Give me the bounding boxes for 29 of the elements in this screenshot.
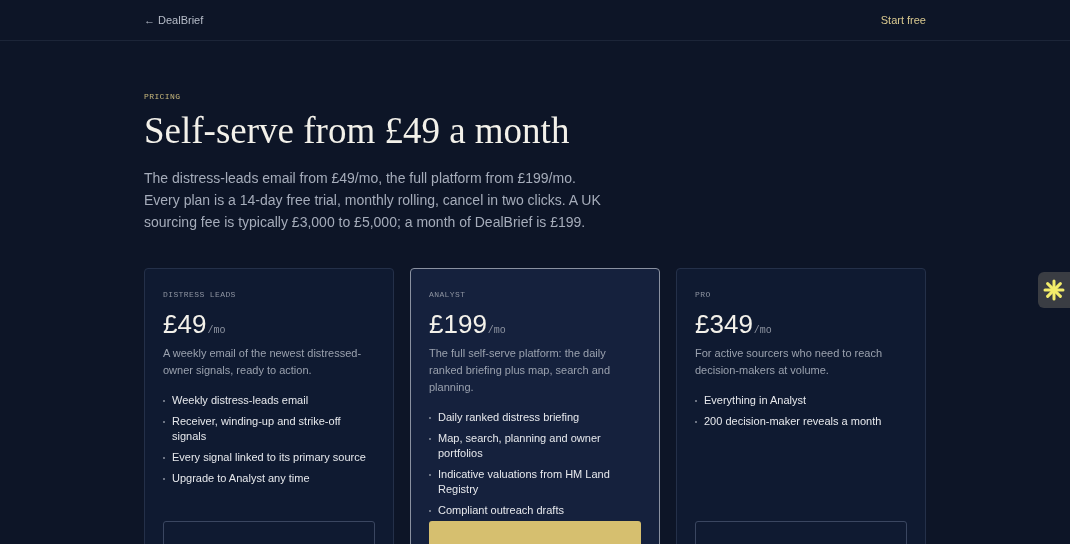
plan-label: PRO — [695, 289, 712, 301]
plan-description: A weekly email of the newest distressed-owner signals, ready to action. — [163, 346, 363, 378]
price-period: /mo — [753, 324, 772, 338]
asterisk-icon — [1043, 279, 1065, 301]
feature-item: Everything in Analyst — [704, 393, 807, 408]
start-free-link[interactable]: Start free — [880, 11, 926, 29]
back-link[interactable]: ← DealBrief — [144, 11, 204, 29]
feature-item: Every signal linked to its primary source — [172, 450, 366, 465]
intro-paragraph: The distress-leads email from £49/mo, the full platform from £199/mo. Every plan is a 14-day free trial, monthly rolling, cancel in two clicks. A UK sourcing fee is typically £3,000 to £5,000; a month of DealBrief is £199. — [144, 169, 602, 232]
plan-description: For active sourcers who need to reach decision-makers at volume. — [695, 346, 884, 378]
page-heading: Self-serve from £49 a month — [144, 109, 571, 153]
feature-item: Receiver, winding-up and strike-off signals — [172, 414, 342, 444]
price-period: /mo — [207, 324, 226, 338]
price-period: /mo — [487, 324, 506, 338]
plan-description: The full self-serve platform: the daily ranked briefing plus map, search and planning. — [429, 346, 611, 395]
feature-item: Daily ranked distress briefing — [438, 410, 580, 425]
feature-item: 200 decision-maker reveals a month — [704, 414, 882, 429]
plan-label: DISTRESS LEADS — [163, 289, 237, 301]
section-eyebrow: PRICING — [144, 91, 182, 103]
widget-tab[interactable] — [1038, 272, 1070, 308]
feature-item: Upgrade to Analyst any time — [172, 471, 310, 486]
plan-price: £49 — [163, 309, 207, 339]
plan-price: £349 — [695, 309, 753, 339]
feature-item: Weekly distress-leads email — [172, 393, 309, 408]
feature-item: Indicative valuations from HM Land Registry — [438, 467, 611, 497]
feature-item: Map, search, planning and owner portfolios — [438, 431, 602, 461]
plan-price: £199 — [429, 309, 487, 339]
feature-item: Compliant outreach drafts — [438, 503, 564, 518]
plan-label: ANALYST — [429, 289, 467, 301]
